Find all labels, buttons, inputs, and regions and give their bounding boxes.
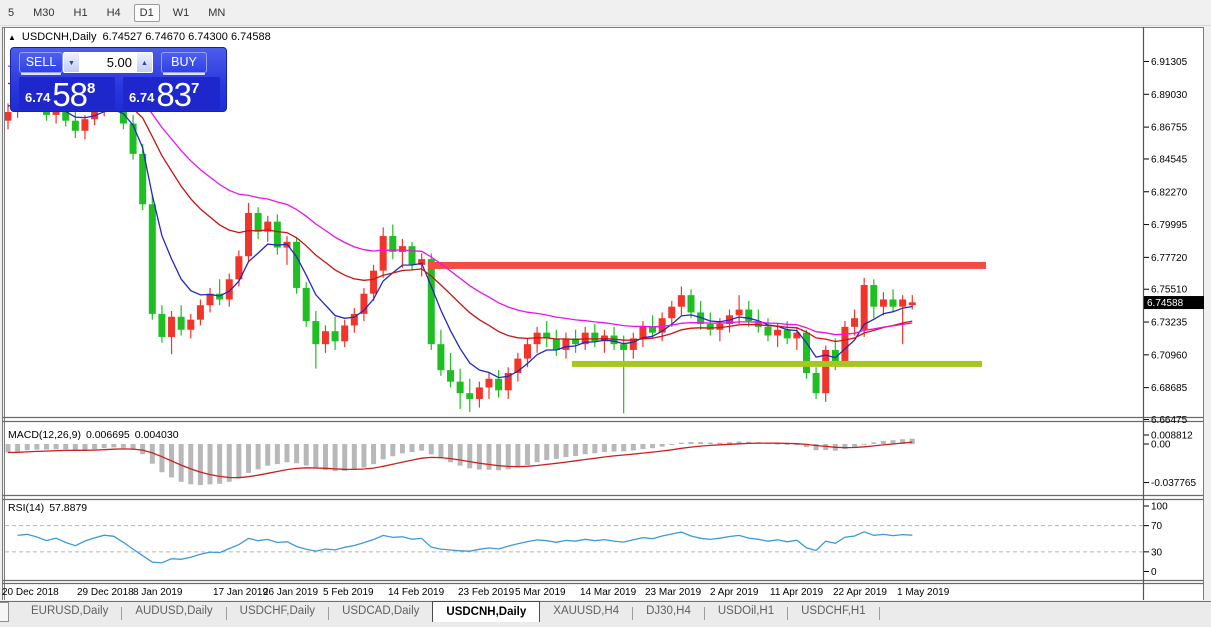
svg-text:26 Jan 2019: 26 Jan 2019 (263, 587, 318, 598)
tab-bar-stub (0, 602, 9, 622)
timeframe-button-H1[interactable]: H1 (68, 4, 94, 22)
svg-text:8 Jan 2019: 8 Jan 2019 (133, 587, 183, 598)
timeframe-button-M30[interactable]: M30 (27, 4, 60, 22)
svg-text:6.79995: 6.79995 (1151, 220, 1188, 231)
svg-text:5 Feb 2019: 5 Feb 2019 (323, 587, 374, 598)
timeframe-toolbar: 5 M30 H1 H4 D1 W1 MN (0, 0, 1211, 26)
buy-button[interactable]: BUY (161, 52, 207, 73)
buy-price-prefix: 6.74 (129, 88, 154, 108)
svg-text:22 Apr 2019: 22 Apr 2019 (833, 587, 887, 598)
tab-audusd-daily[interactable]: AUDUSD,Daily (122, 602, 225, 623)
date-axis: 20 Dec 2018 29 Dec 20188 Jan 2019 17 Jan 2… (2, 587, 950, 598)
buy-price-sup: 7 (191, 83, 199, 95)
tab-usdcnh-daily[interactable]: USDCNH,Daily (432, 601, 540, 622)
svg-text:70: 70 (1151, 521, 1163, 532)
tab-separator (879, 607, 880, 620)
svg-text:20 Dec 2018: 20 Dec 2018 (2, 587, 59, 598)
tab-usdoil-h1[interactable]: USDOil,H1 (705, 602, 787, 623)
one-click-trading-panel: SELL ▼ ▲ BUY 6.74 58 8 6.74 83 7 (10, 47, 227, 112)
svg-text:6.74588: 6.74588 (1147, 298, 1184, 309)
rsi-indicator-label: RSI(14) 57.8879 (8, 502, 87, 514)
svg-text:100: 100 (1151, 502, 1168, 513)
svg-text:6.89030: 6.89030 (1151, 90, 1188, 101)
svg-text:6.77720: 6.77720 (1151, 253, 1188, 264)
svg-text:30: 30 (1151, 547, 1163, 558)
sell-button[interactable]: SELL (19, 52, 63, 73)
support-line (572, 361, 982, 367)
chart-symbol-label: USDCNH,Daily (22, 31, 97, 43)
buy-price[interactable]: 6.74 83 7 (123, 77, 220, 110)
buy-price-big: 83 (156, 81, 191, 108)
resistance-line (428, 262, 986, 269)
chart-title: ▲ USDCNH,Daily 6.74527 6.74670 6.74300 6… (8, 31, 271, 43)
sell-price-prefix: 6.74 (25, 88, 50, 108)
timeframe-button-W1[interactable]: W1 (167, 4, 196, 22)
volume-increase-icon[interactable]: ▲ (136, 52, 153, 73)
sell-price-big: 58 (52, 81, 87, 108)
macd-main-value: 0.006695 (86, 429, 130, 441)
svg-text:0: 0 (1151, 567, 1157, 578)
svg-text:6.86755: 6.86755 (1151, 123, 1188, 134)
svg-text:5 Mar 2019: 5 Mar 2019 (515, 587, 566, 598)
svg-text:6.84545: 6.84545 (1151, 154, 1188, 165)
timeframe-button-H4[interactable]: H4 (101, 4, 127, 22)
svg-text:17 Jan 2019: 17 Jan 2019 (213, 587, 268, 598)
tab-usdcad-daily[interactable]: USDCAD,Daily (329, 602, 432, 623)
timeframe-button-D1[interactable]: D1 (134, 4, 160, 22)
svg-text:6.75510: 6.75510 (1151, 285, 1188, 296)
tab-eurusd-daily[interactable]: EURUSD,Daily (18, 602, 121, 623)
svg-text:23 Feb 2019: 23 Feb 2019 (458, 587, 515, 598)
tab-dj30-h4[interactable]: DJ30,H4 (633, 602, 704, 623)
svg-text:6.70960: 6.70960 (1151, 350, 1188, 361)
volume-input[interactable] (80, 52, 136, 73)
chart-ohlc-values: 6.74527 6.74670 6.74300 6.74588 (102, 31, 270, 43)
timeframe-button-MN[interactable]: MN (202, 4, 231, 22)
svg-text:14 Mar 2019: 14 Mar 2019 (580, 587, 637, 598)
svg-text:2 Apr 2019: 2 Apr 2019 (710, 587, 759, 598)
svg-text:14 Feb 2019: 14 Feb 2019 (388, 587, 445, 598)
volume-decrease-icon[interactable]: ▼ (63, 52, 80, 73)
chart-tab-bar: EURUSD,DailyAUDUSD,DailyUSDCHF,DailyUSDC… (0, 601, 1211, 627)
tab-usdchf-daily[interactable]: USDCHF,Daily (227, 602, 328, 623)
svg-text:6.66475: 6.66475 (1151, 415, 1188, 426)
svg-text:6.91305: 6.91305 (1151, 57, 1188, 68)
svg-text:-0.037765: -0.037765 (1151, 478, 1196, 489)
timeframe-button-5[interactable]: 5 (2, 4, 20, 22)
rsi-name: RSI(14) (8, 502, 44, 514)
svg-text:6.82270: 6.82270 (1151, 187, 1188, 198)
rsi-value: 57.8879 (49, 502, 87, 514)
sell-price-sup: 8 (87, 83, 95, 95)
macd-indicator-label: MACD(12,26,9) 0.006695 0.004030 (8, 429, 179, 441)
svg-text:23 Mar 2019: 23 Mar 2019 (645, 587, 702, 598)
svg-text:1 May 2019: 1 May 2019 (897, 587, 950, 598)
collapse-panel-icon[interactable]: ▲ (8, 32, 16, 43)
macd-signal-value: 0.004030 (135, 429, 179, 441)
sell-price[interactable]: 6.74 58 8 (19, 77, 115, 110)
macd-name: MACD(12,26,9) (8, 429, 81, 441)
tab-xauusd-h4[interactable]: XAUUSD,H4 (540, 602, 632, 623)
svg-text:29 Dec 2018: 29 Dec 2018 (77, 587, 134, 598)
svg-text:11 Apr 2019: 11 Apr 2019 (770, 587, 824, 598)
svg-text:6.68685: 6.68685 (1151, 383, 1188, 394)
tab-usdchf-h1[interactable]: USDCHF,H1 (788, 602, 879, 623)
svg-text:6.73235: 6.73235 (1151, 318, 1188, 329)
svg-text:0.00: 0.00 (1151, 440, 1171, 451)
